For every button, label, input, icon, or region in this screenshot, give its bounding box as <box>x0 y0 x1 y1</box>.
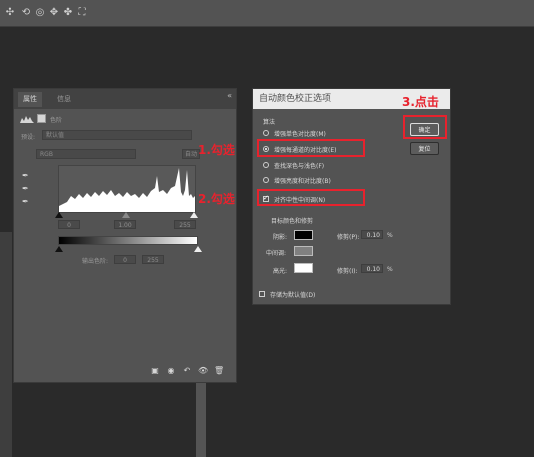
highlight-clip-value: 0.10 <box>366 266 380 273</box>
step2-annotation: 2.勾选 <box>198 192 235 206</box>
highlight-clip-field[interactable]: 0.10 <box>361 264 383 273</box>
step3-highlight-box <box>403 115 447 139</box>
step1-highlight-box <box>257 139 365 157</box>
option-monochromatic: 增强单色对比度(M) <box>274 131 326 138</box>
properties-panel: 属性 信息 « 色阶 预设: 默认值 RGB 自动 ✒ ✒ ✒ 0 1.00 2… <box>13 88 237 383</box>
input-black-field[interactable]: 0 <box>58 220 80 229</box>
highlights-label: 高光: <box>273 268 288 275</box>
scale-icon[interactable]: ⛶ <box>76 7 88 19</box>
save-default-checkbox[interactable] <box>259 291 265 297</box>
targets-group-label: 目标颜色和修剪 <box>271 218 314 225</box>
tab-info[interactable]: 信息 <box>52 92 76 107</box>
tab-properties[interactable]: 属性 <box>18 92 42 107</box>
step2-highlight-box <box>257 189 365 206</box>
options-bar: ✣ ⟲ ◎ ✥ ✤ ⛶ <box>0 0 534 27</box>
view-previous-icon[interactable]: ◉ <box>166 366 176 376</box>
midtone-color-swatch[interactable] <box>294 246 313 256</box>
shadow-clip-value: 0.10 <box>366 232 380 239</box>
input-white-value: 255 <box>179 222 191 229</box>
output-black-value: 0 <box>123 257 127 264</box>
pan-icon[interactable]: ✥ <box>48 7 60 19</box>
option-dark-light: 查找深色与浅色(F) <box>274 163 325 170</box>
highlight-color-swatch[interactable] <box>294 263 313 273</box>
preset-value: 默认值 <box>46 132 65 139</box>
histogram <box>58 165 196 213</box>
highlight-clip-percent: % <box>387 266 393 273</box>
mask-icon[interactable] <box>37 114 46 123</box>
output-white-slider[interactable] <box>194 246 202 252</box>
shadows-label: 阴影: <box>273 234 288 241</box>
radio-brightness-contrast[interactable] <box>263 177 269 183</box>
orbit-icon[interactable]: ◎ <box>34 7 46 19</box>
adjustment-name: 色阶 <box>50 117 63 124</box>
radio-dark-light[interactable] <box>263 162 269 168</box>
move-icon[interactable]: ✣ <box>4 7 16 19</box>
step3-annotation: 3.点击 <box>402 95 439 109</box>
option-brightness-contrast: 增强亮度和对比度(B) <box>274 178 331 185</box>
slide-icon[interactable]: ✤ <box>62 7 74 19</box>
eyedropper-icon[interactable]: ✒ <box>22 184 31 193</box>
white-point-slider[interactable] <box>190 212 198 218</box>
panel-tab-bar: 属性 信息 « <box>14 89 236 109</box>
highlight-clip-label: 修剪(I): <box>337 268 358 275</box>
channel-value: RGB <box>40 151 53 158</box>
channel-dropdown[interactable]: RGB <box>36 149 136 159</box>
visibility-icon[interactable]: 👁 <box>198 366 208 376</box>
collapse-icon[interactable]: « <box>227 91 232 100</box>
input-gamma-field[interactable]: 1.00 <box>114 220 136 229</box>
shadow-clip-field[interactable]: 0.10 <box>361 230 383 239</box>
output-black-slider[interactable] <box>55 246 63 252</box>
input-gamma-value: 1.00 <box>118 222 132 229</box>
output-black-field[interactable]: 0 <box>114 255 136 264</box>
reset-button[interactable]: 复位 <box>410 142 439 155</box>
canvas-edge <box>0 232 12 457</box>
radio-monochromatic[interactable] <box>263 130 269 136</box>
shadow-color-swatch[interactable] <box>294 230 313 240</box>
output-white-value: 255 <box>147 257 159 264</box>
preset-dropdown[interactable]: 默认值 <box>42 130 192 140</box>
input-white-field[interactable]: 255 <box>174 220 196 229</box>
preset-label: 预设: <box>21 134 36 141</box>
black-point-slider[interactable] <box>55 212 63 218</box>
save-default-label: 存储为默认值(D) <box>270 292 316 299</box>
eyedropper-icon[interactable]: ✒ <box>22 197 31 206</box>
histogram-graph <box>59 168 195 212</box>
shadow-clip-percent: % <box>387 232 393 239</box>
delete-icon[interactable]: 🗑 <box>214 366 224 376</box>
shadow-clip-label: 修剪(P): <box>337 234 360 241</box>
algorithm-group-label: 算法 <box>263 119 276 126</box>
panel-divider <box>196 380 206 457</box>
panel-footer: ▣ ◉ ↶ 👁 🗑 <box>14 361 236 381</box>
midtones-label: 中间调: <box>266 250 287 257</box>
auto-label: 自动 <box>184 151 197 158</box>
levels-icon <box>20 115 34 123</box>
clip-to-layer-icon[interactable]: ▣ <box>150 366 160 376</box>
gamma-slider[interactable] <box>122 212 130 218</box>
eyedropper-icon[interactable]: ✒ <box>22 171 31 180</box>
output-white-field[interactable]: 255 <box>142 255 164 264</box>
rotate-icon[interactable]: ⟲ <box>20 7 32 19</box>
reset-icon[interactable]: ↶ <box>182 366 192 376</box>
output-levels-label: 输出色阶: <box>82 258 109 265</box>
input-black-value: 0 <box>67 222 71 229</box>
step1-annotation: 1.勾选 <box>198 143 235 157</box>
output-gradient <box>58 236 198 245</box>
